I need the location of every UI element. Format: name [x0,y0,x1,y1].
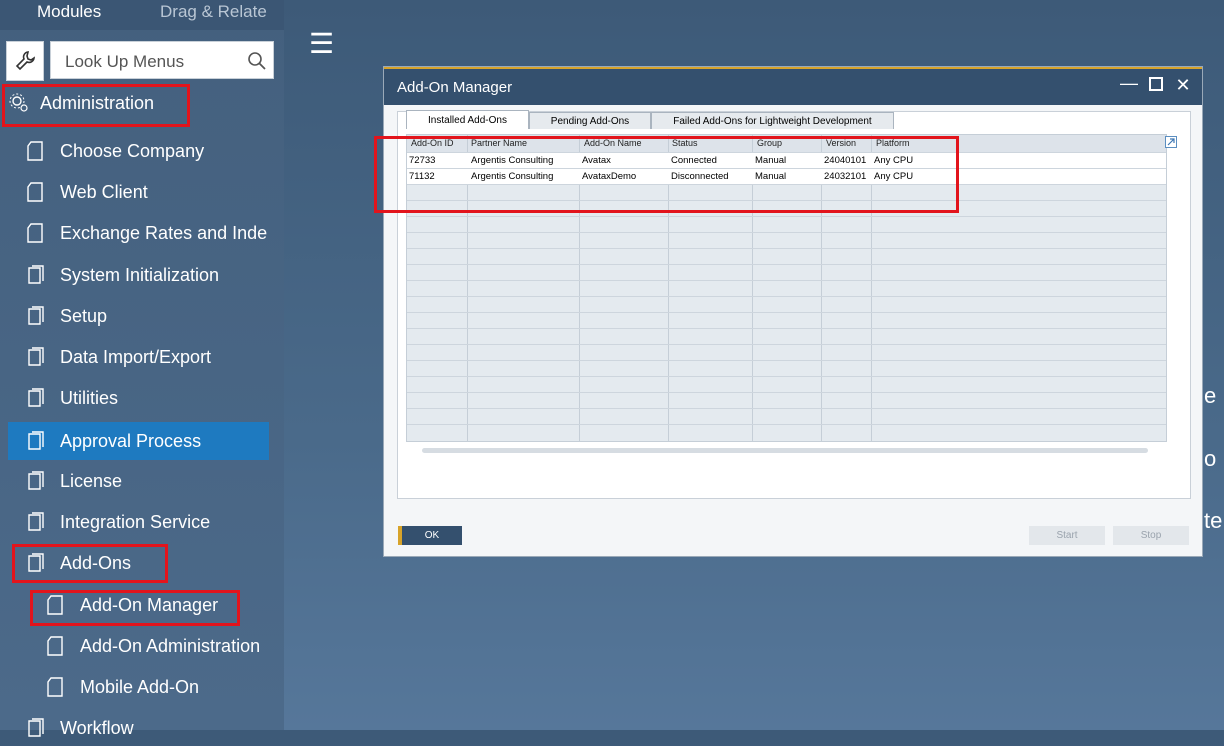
expand-icon[interactable] [1165,135,1177,148]
hamburger-menu-icon[interactable]: ☰ [309,30,334,58]
background-text: e [1204,383,1217,408]
sidebar-item-label: Data Import/Export [60,346,212,367]
wrench-icon [15,51,35,71]
table-row-empty [407,408,1166,425]
document-icon [46,636,64,656]
sidebar-item-label: Mobile Add-On [80,676,200,697]
folder-icon [26,306,46,326]
sidebar-item-workflow[interactable]: Workflow [0,710,284,746]
sidebar-item-license[interactable]: License [0,463,284,499]
sidebar-item-web-client[interactable]: Web Client [0,174,284,210]
folder-icon [26,512,46,532]
sidebar-tabs: Modules Drag & Relate [0,0,284,30]
folder-icon [26,265,46,285]
close-icon[interactable]: ✕ [1173,75,1193,96]
annotation-box-add-on-manager [30,590,240,626]
sidebar-item-integration-service[interactable]: Integration Service [0,504,284,540]
sidebar-item-label: Exchange Rates and Inde [60,222,268,243]
sidebar-item-label: Utilities [60,387,119,408]
search-icon[interactable] [247,51,267,71]
table-row-empty [407,376,1166,393]
sidebar-item-label: Choose Company [60,140,205,161]
table-row-empty [407,344,1166,361]
sidebar-item-label: Approval Process [60,430,202,451]
folder-icon [26,347,46,367]
sidebar-subitem-mobile-add-on[interactable]: Mobile Add-On [0,669,284,705]
sidebar-item-system-initialization[interactable]: System Initialization [0,257,284,293]
table-row-empty [407,312,1166,329]
sidebar-item-label: Integration Service [60,511,211,532]
wrench-button[interactable] [6,41,44,81]
sidebar-item-setup[interactable]: Setup [0,298,284,334]
search-input[interactable] [63,50,242,74]
folder-icon [26,431,46,451]
annotation-box-add-ons [12,544,168,583]
background-text: te [1204,508,1223,533]
sidebar-item-label: Add-On Administration [80,635,261,656]
table-row-empty [407,232,1166,249]
folder-icon [26,471,46,491]
table-row-empty [407,264,1166,281]
sidebar-item-label: Setup [60,305,108,326]
table-row-empty [407,392,1166,409]
sidebar-item-utilities[interactable]: Utilities [0,380,284,416]
minimize-icon[interactable]: — [1119,73,1139,94]
tab-pending-add-ons[interactable]: Pending Add-Ons [529,112,651,129]
sidebar-item-label: License [60,470,123,491]
sidebar-item-label: System Initialization [60,264,220,285]
start-button[interactable]: Start [1029,526,1105,545]
table-row-empty [407,360,1166,377]
maximize-icon[interactable] [1146,75,1166,96]
sidebar-item-data-import-export[interactable]: Data Import/Export [0,339,284,375]
table-row-empty [407,328,1166,345]
tab-drag-relate[interactable]: Drag & Relate [160,2,267,22]
sidebar-item-label: Web Client [60,181,148,202]
document-icon [26,141,44,161]
folder-icon [26,388,46,408]
table-row-empty [407,248,1166,265]
menu-search [50,41,274,79]
stop-button[interactable]: Stop [1113,526,1189,545]
annotation-box-installed-rows [374,136,959,213]
sidebar-item-label: Workflow [60,717,134,738]
sidebar-item-choose-company[interactable]: Choose Company [0,133,284,169]
horizontal-scrollbar[interactable] [422,448,1148,453]
table-row-empty [407,424,1166,441]
sidebar-subitem-add-on-administration[interactable]: Add-On Administration [0,628,284,664]
window-title: Add-On Manager [397,79,513,96]
tab-failed-add-ons[interactable]: Failed Add-Ons for Lightweight Developme… [651,112,894,129]
tab-installed-add-ons[interactable]: Installed Add-Ons [406,110,529,129]
ok-button[interactable]: OK [398,526,462,545]
background-text: o [1204,446,1217,471]
table-row-empty [407,280,1166,297]
table-row-empty [407,296,1166,313]
sidebar-item-exchange-rates[interactable]: Exchange Rates and Inde [0,215,284,251]
document-icon [26,223,44,243]
document-icon [26,182,44,202]
sidebar-item-approval-process[interactable]: Approval Process [8,422,269,460]
annotation-box-administration [2,84,190,127]
table-row-empty [407,216,1166,233]
window-titlebar: Add-On Manager — ✕ [384,67,1202,105]
folder-icon [26,718,46,738]
tab-modules[interactable]: Modules [37,2,101,22]
document-icon [46,677,64,697]
